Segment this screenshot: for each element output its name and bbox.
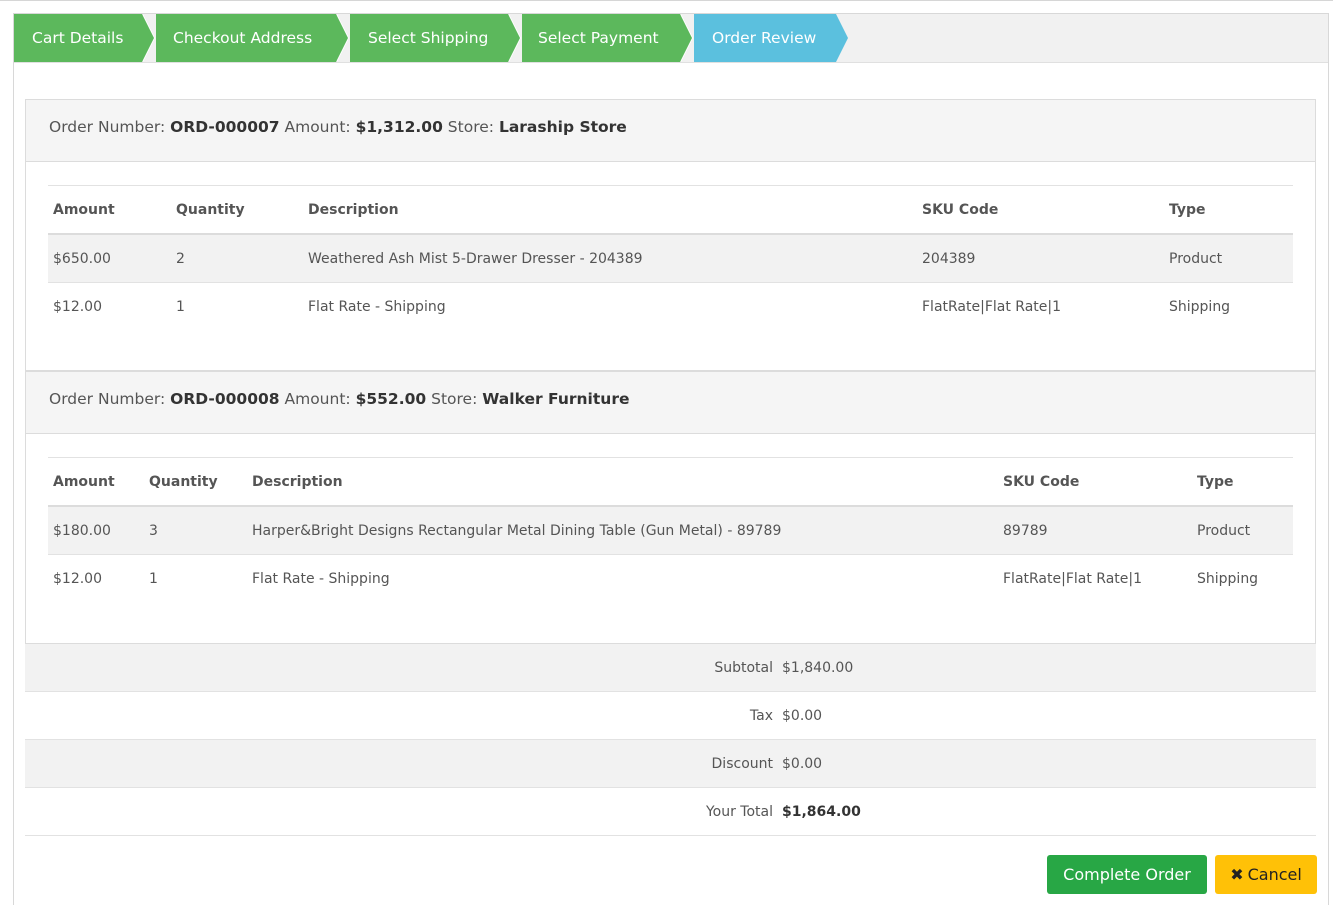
cell-description: Flat Rate - Shipping bbox=[252, 571, 390, 587]
order-number-label: Order Number: bbox=[49, 390, 166, 408]
cell-quantity: 2 bbox=[176, 251, 185, 267]
cell-amount: $180.00 bbox=[53, 523, 111, 539]
cell-amount: $12.00 bbox=[53, 299, 102, 315]
close-icon: ✖ bbox=[1230, 865, 1244, 884]
cell-quantity: 1 bbox=[149, 571, 158, 587]
table-row: $12.00 1 Flat Rate - Shipping FlatRate|F… bbox=[48, 555, 1293, 603]
subtotal-row: Subtotal $1,840.00 bbox=[25, 644, 1316, 692]
column-header-amount: Amount bbox=[53, 202, 115, 218]
column-header-type: Type bbox=[1169, 202, 1206, 218]
subtotal-value: $1,840.00 bbox=[782, 660, 854, 676]
tax-value: $0.00 bbox=[782, 708, 823, 724]
table-header-row: Amount Quantity Description SKU Code Typ… bbox=[48, 186, 1293, 235]
step-cart-details[interactable]: Cart Details bbox=[14, 14, 155, 62]
page-frame: Cart Details Checkout Address Select Shi… bbox=[0, 0, 1333, 905]
step-arrow bbox=[142, 14, 154, 62]
subtotal-label: Subtotal bbox=[714, 660, 773, 676]
order-panel: Order Number: ORD-000008 Amount: $552.00… bbox=[25, 371, 1316, 644]
discount-row: Discount $0.00 bbox=[25, 740, 1316, 788]
order-header: Order Number: ORD-000007 Amount: $1,312.… bbox=[26, 100, 1315, 162]
step-checkout-address[interactable]: Checkout Address bbox=[156, 14, 349, 62]
step-label: Select Payment bbox=[538, 29, 659, 47]
step-label: Order Review bbox=[712, 29, 817, 47]
column-header-type: Type bbox=[1197, 474, 1234, 490]
order-panel: Order Number: ORD-000007 Amount: $1,312.… bbox=[25, 99, 1316, 371]
order-amount: $1,312.00 bbox=[355, 118, 443, 136]
step-select-payment[interactable]: Select Payment bbox=[522, 14, 693, 62]
order-amount-label: Amount: bbox=[284, 118, 351, 136]
discount-value: $0.00 bbox=[782, 756, 823, 772]
order-items-table: Amount Quantity Description SKU Code Typ… bbox=[48, 185, 1293, 331]
step-label: Select Shipping bbox=[368, 29, 489, 47]
step-arrow bbox=[680, 14, 692, 62]
order-totals: Subtotal $1,840.00 Tax $0.00 Discount $0… bbox=[25, 644, 1316, 836]
column-header-sku: SKU Code bbox=[922, 202, 999, 218]
order-store-label: Store: bbox=[447, 118, 494, 136]
column-header-sku: SKU Code bbox=[1003, 474, 1080, 490]
total-label: Your Total bbox=[705, 804, 773, 820]
table-row: $650.00 2 Weathered Ash Mist 5-Drawer Dr… bbox=[48, 235, 1293, 283]
step-arrow bbox=[336, 14, 348, 62]
cell-sku: 204389 bbox=[922, 251, 976, 267]
cell-sku: FlatRate|Flat Rate|1 bbox=[922, 299, 1062, 315]
order-amount: $552.00 bbox=[355, 390, 427, 408]
step-arrow bbox=[836, 14, 848, 62]
order-store: Walker Furniture bbox=[482, 390, 630, 408]
cell-description: Flat Rate - Shipping bbox=[308, 299, 446, 315]
cell-description: Weathered Ash Mist 5-Drawer Dresser - 20… bbox=[308, 251, 643, 267]
cell-sku: 89789 bbox=[1003, 523, 1048, 539]
order-items-table: Amount Quantity Description SKU Code Typ… bbox=[48, 457, 1293, 603]
table-row: $12.00 1 Flat Rate - Shipping FlatRate|F… bbox=[48, 283, 1293, 331]
order-header: Order Number: ORD-000008 Amount: $552.00… bbox=[26, 372, 1315, 434]
checkout-wizard: Cart Details Checkout Address Select Shi… bbox=[13, 13, 1329, 905]
table-header-row: Amount Quantity Description SKU Code Typ… bbox=[48, 458, 1293, 507]
tax-row: Tax $0.00 bbox=[25, 692, 1316, 740]
step-select-shipping[interactable]: Select Shipping bbox=[350, 14, 521, 62]
complete-order-label: Complete Order bbox=[1063, 865, 1191, 884]
cell-quantity: 1 bbox=[176, 299, 185, 315]
order-number-label: Order Number: bbox=[49, 118, 166, 136]
cell-type: Shipping bbox=[1197, 571, 1259, 587]
cancel-label: Cancel bbox=[1247, 865, 1302, 884]
order-number: ORD-000008 bbox=[170, 390, 280, 408]
cell-amount: $650.00 bbox=[53, 251, 111, 267]
cell-sku: FlatRate|Flat Rate|1 bbox=[1003, 571, 1143, 587]
cell-description: Harper&Bright Designs Rectangular Metal … bbox=[252, 523, 782, 539]
complete-order-button[interactable]: Complete Order bbox=[1047, 855, 1207, 894]
cancel-button[interactable]: ✖ Cancel bbox=[1215, 855, 1317, 894]
column-header-amount: Amount bbox=[53, 474, 115, 490]
cell-type: Shipping bbox=[1169, 299, 1231, 315]
tax-label: Tax bbox=[749, 708, 773, 724]
column-header-description: Description bbox=[308, 202, 399, 218]
checkout-steps: Cart Details Checkout Address Select Shi… bbox=[14, 14, 1328, 63]
total-value: $1,864.00 bbox=[782, 804, 861, 820]
order-number: ORD-000007 bbox=[170, 118, 280, 136]
table-row: $180.00 3 Harper&Bright Designs Rectangu… bbox=[48, 507, 1293, 555]
order-store-label: Store: bbox=[431, 390, 478, 408]
cell-amount: $12.00 bbox=[53, 571, 102, 587]
order-store: Laraship Store bbox=[498, 118, 627, 136]
step-label: Cart Details bbox=[32, 29, 124, 47]
step-label: Checkout Address bbox=[173, 29, 313, 47]
cell-type: Product bbox=[1197, 523, 1251, 539]
column-header-description: Description bbox=[252, 474, 343, 490]
order-amount-label: Amount: bbox=[284, 390, 351, 408]
column-header-quantity: Quantity bbox=[149, 474, 218, 490]
total-row: Your Total $1,864.00 bbox=[25, 788, 1316, 836]
column-header-quantity: Quantity bbox=[176, 202, 245, 218]
discount-label: Discount bbox=[711, 756, 773, 772]
step-order-review[interactable]: Order Review bbox=[694, 14, 848, 62]
step-arrow bbox=[508, 14, 520, 62]
cell-type: Product bbox=[1169, 251, 1223, 267]
cell-quantity: 3 bbox=[149, 523, 158, 539]
